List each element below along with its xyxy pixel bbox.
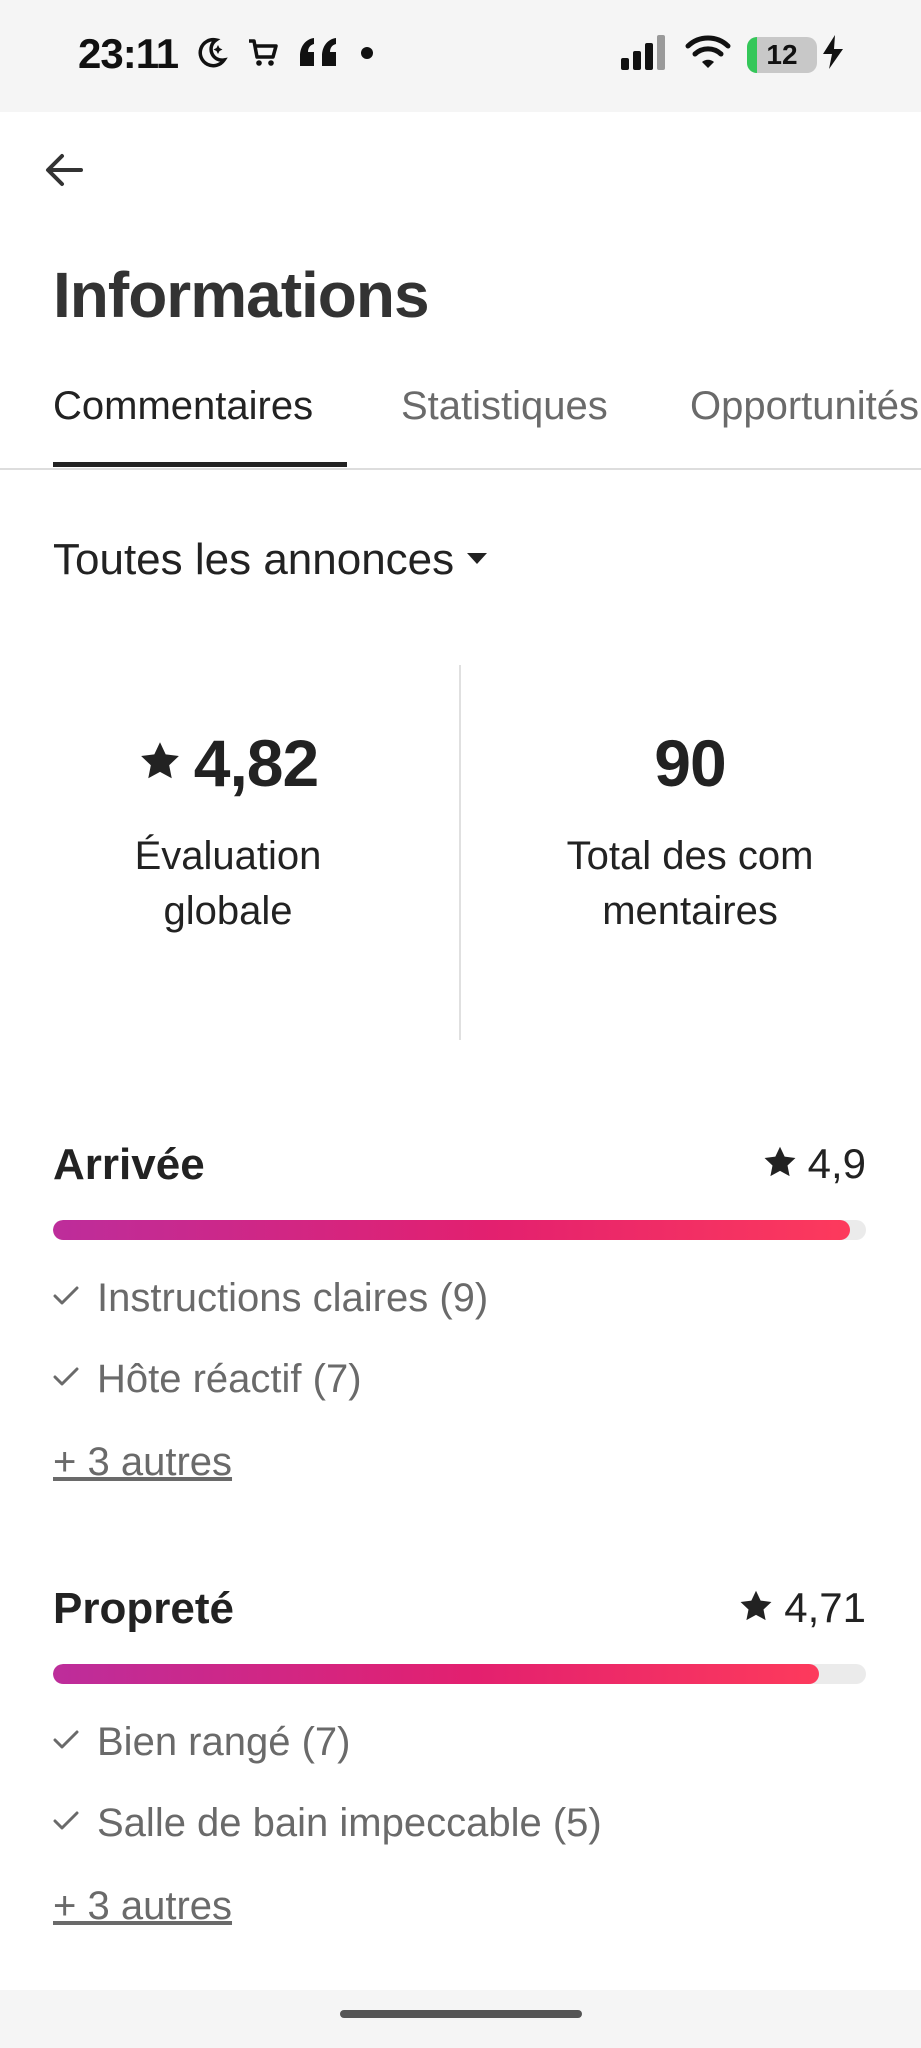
bottom-bar [0,1990,921,2048]
total-reviews-label: Total des commentaires [566,834,814,933]
status-icons-left [194,36,374,75]
category-rating-value: 4,71 [784,1584,866,1631]
star-icon [738,1588,774,1629]
rating-bar [53,1220,866,1240]
back-button[interactable] [40,148,88,196]
active-tab-indicator [53,462,347,467]
category-proprete: Propreté 4,71 Bien rangé (7) Salle de ba… [53,1584,866,1928]
more-tags-link[interactable]: + 3 autres [53,1440,232,1485]
category-rating: 4,71 [738,1584,866,1632]
category-tag-label: Hôte réactif (7) [97,1357,362,1401]
tab-bar: Commentaires Statistiques Opportunités [0,370,921,470]
wifi-icon [685,34,731,75]
status-icons-right: 12 [619,34,845,75]
check-icon [53,1286,79,1311]
check-icon [53,1367,79,1392]
category-rating-value: 4,9 [807,1140,866,1187]
check-icon [53,1811,79,1836]
charging-icon [821,34,845,75]
caret-down-icon [466,551,488,570]
star-icon [762,1144,798,1185]
review-summary: 4,82 Évaluation globale 90 Total des com… [0,665,921,1040]
status-time: 23:11 [78,30,179,77]
category-tag: Bien rangé (7) [53,1720,350,1765]
cart-icon [246,36,280,75]
overall-rating-value: 4,82 [193,726,319,800]
battery-icon: 12 [747,36,817,73]
category-tag-label: Salle de bain impeccable (5) [97,1801,602,1845]
listing-filter-label: Toutes les annonces [53,535,455,584]
category-title: Arrivée [53,1140,205,1189]
overall-rating-stat: 4,82 Évaluation globale [78,725,378,939]
category-tag: Hôte réactif (7) [53,1357,362,1402]
category-rating: 4,9 [762,1140,866,1188]
overall-rating-label: Évaluation globale [134,834,322,933]
home-indicator[interactable] [340,2010,582,2018]
battery-level: 12 [766,38,798,70]
quote-icon [298,36,342,75]
category-title: Propreté [53,1584,234,1633]
check-icon [53,1730,79,1755]
category-arrivee: Arrivée 4,9 Instructions claires (9) Hôt… [53,1140,866,1484]
rating-bar-fill [53,1220,850,1240]
moon-icon [194,36,228,75]
tab-statistiques[interactable]: Statistiques [401,384,608,429]
category-tag: Instructions claires (9) [53,1276,488,1321]
total-reviews-value: 90 [654,726,726,800]
category-tag: Salle de bain impeccable (5) [53,1801,602,1846]
rating-bar [53,1664,866,1684]
category-tag-label: Bien rangé (7) [97,1720,351,1764]
summary-divider [459,665,461,1040]
tab-commentaires[interactable]: Commentaires [53,384,313,429]
dot-icon [360,46,374,65]
total-reviews-stat: 90 Total des commentaires [540,725,840,939]
signal-icon [619,34,669,75]
category-tag-label: Instructions claires (9) [97,1276,489,1320]
rating-bar-fill [53,1664,819,1684]
arrow-left-icon [44,152,84,193]
tab-opportunites[interactable]: Opportunités [690,384,919,429]
more-tags-link[interactable]: + 3 autres [53,1884,232,1929]
star-icon [138,739,182,788]
listing-filter-dropdown[interactable]: Toutes les annonces [53,535,488,585]
page-title: Informations [53,259,430,331]
status-bar: 23:11 12 [0,0,921,112]
